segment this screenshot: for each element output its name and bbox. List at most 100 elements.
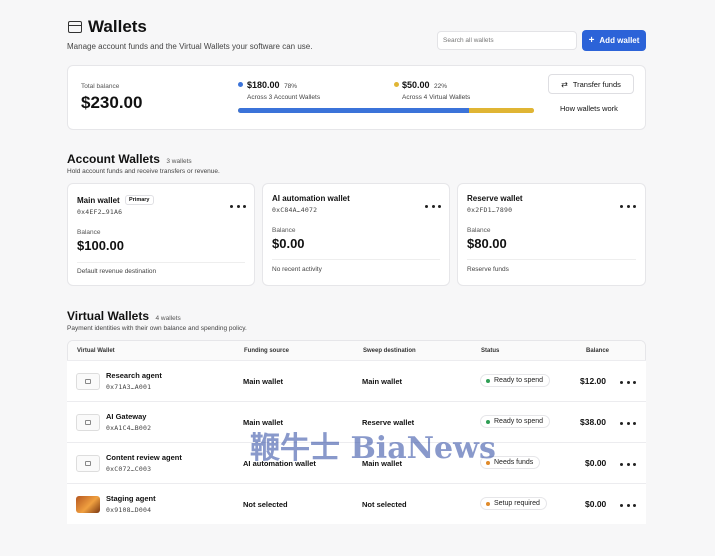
wallet-name: Reserve wallet (467, 194, 523, 203)
account-card-ai-automation[interactable]: AI automation wallet 0xC84A…4072 Balance… (262, 183, 450, 286)
virtual-percent: 22% (434, 83, 448, 90)
wallet-name: AI automation wallet (272, 194, 350, 203)
wallet-footer: No recent activity (272, 266, 322, 273)
row-balance: $38.00 (580, 417, 606, 427)
divider (272, 259, 440, 260)
virtual-caption: Across 4 Virtual Wallets (402, 94, 471, 101)
staging-thumbnail (76, 496, 100, 513)
balance-value: $100.00 (77, 238, 124, 253)
row-funding-source: Not selected (243, 500, 288, 509)
status-text: Ready to spend (494, 418, 544, 425)
virtual-section-heading: Virtual Wallets 4 wallets (67, 307, 181, 325)
column-header: Sweep destination (363, 348, 416, 354)
wallet-footer: Reserve funds (467, 266, 509, 273)
row-sweep-destination: Not selected (362, 500, 407, 509)
allocation-bar-virtual (468, 108, 534, 113)
status-dot (486, 501, 490, 506)
wallet-thumbnail (76, 455, 100, 472)
add-wallet-label: Add wallet (599, 36, 640, 45)
table-row[interactable]: Research agent 0x71A3…A001 Main wallet M… (67, 360, 646, 401)
status-text: Ready to spend (494, 377, 544, 384)
balance-value: $0.00 (272, 236, 305, 251)
account-caption: Across 3 Account Wallets (247, 94, 321, 101)
balance-label: Balance (77, 229, 101, 236)
total-balance-value: $230.00 (81, 93, 143, 112)
search-placeholder: Search all wallets (443, 37, 494, 44)
row-wallet-name: Staging agent (106, 494, 156, 503)
transfer-funds-label: Transfer funds (572, 79, 621, 89)
search-input[interactable]: Search all wallets (437, 31, 577, 50)
divider (77, 262, 245, 263)
status-badge: Ready to spend (480, 374, 551, 387)
more-menu-icon[interactable] (620, 202, 636, 210)
account-amount: $180.00 78% (247, 80, 297, 90)
virtual-section-description: Payment identities with their own balanc… (67, 325, 247, 332)
account-section-heading: Account Wallets 3 wallets (67, 150, 192, 168)
status-text: Needs funds (494, 459, 534, 466)
account-amount-value: $180.00 (247, 80, 280, 90)
account-section-title: Account Wallets (67, 152, 160, 166)
status-badge: Setup required (480, 497, 547, 510)
account-section-description: Hold account funds and receive transfers… (67, 168, 220, 175)
transfer-funds-button[interactable]: ⇄ Transfer funds (548, 74, 634, 94)
balance-label: Balance (467, 227, 491, 234)
allocation-bar (238, 108, 534, 113)
row-balance: $12.00 (580, 376, 606, 386)
account-section-count: 3 wallets (166, 158, 192, 165)
primary-badge: Primary (125, 195, 154, 205)
more-menu-icon[interactable] (425, 202, 441, 210)
more-menu-icon[interactable] (620, 419, 636, 427)
row-balance: $0.00 (585, 458, 607, 468)
row-wallet-name: AI Gateway (106, 412, 147, 421)
account-percent: 78% (284, 83, 298, 90)
more-menu-icon[interactable] (230, 202, 246, 210)
plus-icon: + (588, 35, 595, 46)
more-menu-icon[interactable] (620, 378, 636, 386)
account-card-main[interactable]: Main wallet Primary 0x4EF2…91A6 Balance … (67, 183, 255, 286)
wallet-address: 0x2FD1…7890 (467, 206, 513, 214)
virtual-dot (394, 82, 399, 87)
wallet-address: 0xC84A…4072 (272, 206, 318, 214)
page-title: Wallets (88, 17, 147, 36)
row-sweep-destination: Main wallet (362, 377, 403, 386)
status-text: Setup required (494, 500, 540, 507)
row-wallet-address: 0x9108…D004 (106, 506, 152, 514)
wallet-thumbnail (76, 414, 100, 431)
column-header: Status (481, 348, 500, 354)
status-dot (486, 378, 490, 383)
how-wallets-work-link[interactable]: How wallets work (560, 104, 618, 113)
row-wallet-address: 0x71A3…A001 (106, 383, 152, 391)
row-funding-source: Main wallet (243, 377, 284, 386)
more-menu-icon[interactable] (620, 501, 636, 509)
balance-value: $80.00 (467, 236, 507, 251)
wallet-thumbnail (76, 373, 100, 390)
virtual-amount: $50.00 22% (402, 80, 447, 90)
virtual-section-title: Virtual Wallets (67, 309, 150, 323)
table-header: Virtual Wallet Funding source Sweep dest… (68, 341, 645, 361)
divider (467, 259, 636, 260)
row-wallet-name: Research agent (106, 371, 162, 380)
wallet-name: Main wallet (77, 196, 120, 205)
wallet-icon (68, 21, 82, 33)
virtual-amount-value: $50.00 (402, 80, 430, 90)
account-dot (238, 82, 243, 87)
wallet-footer: Default revenue destination (77, 268, 157, 275)
allocation-bar-account (238, 108, 469, 113)
wallet-address: 0x4EF2…91A6 (77, 208, 123, 216)
row-wallet-address: 0xA1C4…B002 (106, 424, 152, 432)
total-balance-label: Total balance (81, 83, 120, 90)
more-menu-icon[interactable] (620, 460, 636, 468)
table-row[interactable]: Staging agent 0x9108…D004 Not selected N… (67, 483, 646, 524)
row-wallet-name: Content review agent (106, 453, 182, 462)
add-wallet-button[interactable]: + Add wallet (582, 30, 646, 51)
row-balance: $0.00 (585, 499, 607, 509)
account-card-reserve[interactable]: Reserve wallet 0x2FD1…7890 Balance $80.0… (457, 183, 646, 286)
virtual-section-count: 4 wallets (155, 315, 181, 322)
page-subtitle: Manage account funds and the Virtual Wal… (67, 42, 313, 51)
transfer-icon: ⇄ (561, 79, 568, 89)
watermark: 鞭牛士 BiaNews (250, 431, 496, 466)
summary-card: Total balance $230.00 $180.00 78% Across… (67, 65, 646, 130)
column-header: Virtual Wallet (77, 348, 115, 354)
row-wallet-address: 0xC072…C003 (106, 465, 152, 473)
column-header: Balance (586, 348, 610, 354)
